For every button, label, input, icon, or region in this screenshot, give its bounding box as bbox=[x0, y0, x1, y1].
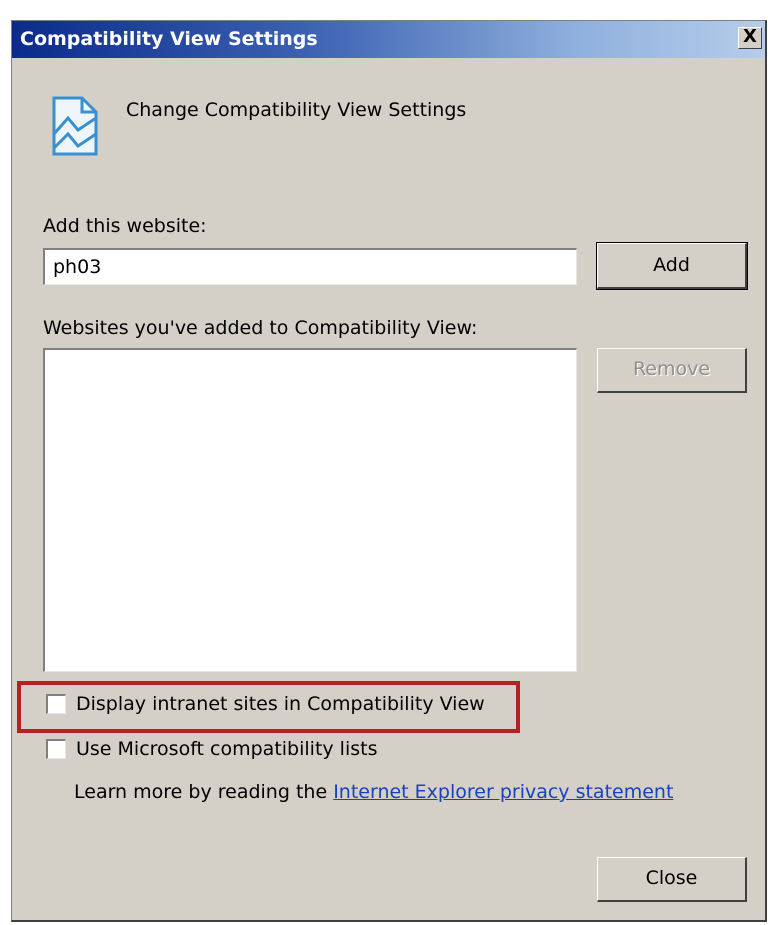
intranet-compat-checkbox[interactable] bbox=[46, 694, 66, 714]
close-button[interactable]: Close bbox=[597, 857, 747, 902]
websites-listbox[interactable] bbox=[43, 348, 577, 672]
websites-list-label: Websites you've added to Compatibility V… bbox=[43, 317, 478, 339]
intranet-compat-label[interactable]: Display intranet sites in Compatibility … bbox=[76, 693, 485, 715]
ms-compat-lists-label[interactable]: Use Microsoft compatibility lists bbox=[76, 738, 378, 760]
ms-compat-lists-checkbox[interactable] bbox=[46, 739, 66, 759]
privacy-statement-link[interactable]: Internet Explorer privacy statement bbox=[333, 781, 673, 803]
remove-button[interactable]: Remove bbox=[597, 348, 747, 393]
privacy-prefix: Learn more by reading the bbox=[74, 781, 328, 803]
compatibility-view-icon bbox=[52, 96, 98, 156]
intranet-option-row[interactable]: Display intranet sites in Compatibility … bbox=[46, 693, 485, 721]
compatibility-view-dialog: Compatibility View Settings X Change Com… bbox=[11, 20, 767, 922]
header-text: Change Compatibility View Settings bbox=[126, 99, 467, 121]
add-button[interactable]: Add bbox=[596, 242, 748, 290]
ms-lists-option-row[interactable]: Use Microsoft compatibility lists bbox=[46, 738, 378, 766]
privacy-text: Learn more by reading the Internet Explo… bbox=[74, 781, 673, 803]
title-bar[interactable]: Compatibility View Settings X bbox=[12, 21, 765, 58]
window-title: Compatibility View Settings bbox=[20, 28, 318, 50]
title-close-button[interactable]: X bbox=[738, 27, 762, 49]
add-website-label: Add this website: bbox=[43, 215, 207, 237]
add-website-input[interactable]: ph03 bbox=[43, 248, 577, 285]
